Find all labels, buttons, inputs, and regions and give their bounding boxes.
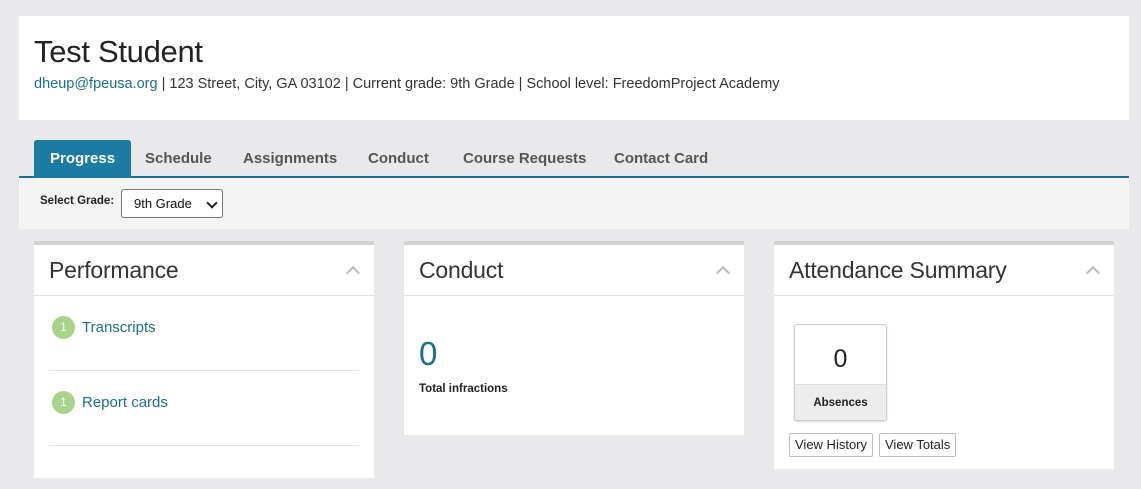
report-cards-link[interactable]: Report cards bbox=[82, 394, 168, 411]
student-details: | 123 Street, City, GA 03102 | Current g… bbox=[157, 76, 780, 92]
tab-assignments[interactable]: Assignments bbox=[227, 140, 353, 178]
count-badge: 1 bbox=[52, 316, 75, 339]
chevron-up-icon[interactable] bbox=[345, 265, 361, 281]
conduct-panel: Conduct 0 Total infractions bbox=[404, 241, 744, 435]
infractions-label: Total infractions bbox=[419, 383, 508, 395]
tab-contact-card[interactable]: Contact Card bbox=[598, 140, 724, 178]
filter-bar: Select Grade: 9th Grade bbox=[19, 178, 1129, 229]
tab-progress[interactable]: Progress bbox=[34, 140, 132, 178]
view-history-button[interactable]: View History bbox=[789, 433, 874, 457]
view-totals-button[interactable]: View Totals bbox=[879, 433, 957, 457]
attendance-panel-header: Attendance Summary bbox=[774, 245, 1114, 296]
tab-bar: Progress Schedule Assignments Conduct Co… bbox=[19, 138, 1129, 178]
chevron-down-icon bbox=[206, 197, 218, 209]
tab-course-requests[interactable]: Course Requests bbox=[447, 140, 602, 178]
absences-count: 0 bbox=[833, 345, 848, 373]
conduct-title: Conduct bbox=[419, 257, 504, 283]
grade-select[interactable]: 9th Grade bbox=[121, 189, 223, 218]
tab-schedule[interactable]: Schedule bbox=[129, 140, 228, 178]
attendance-panel: Attendance Summary 0 Absences View Histo… bbox=[774, 241, 1114, 469]
student-info: dheup@fpeusa.org | 123 Street, City, GA … bbox=[34, 76, 780, 92]
chevron-up-icon[interactable] bbox=[1085, 265, 1101, 281]
tab-conduct[interactable]: Conduct bbox=[352, 140, 445, 178]
select-grade-label: Select Grade: bbox=[40, 195, 115, 207]
attendance-title: Attendance Summary bbox=[789, 257, 1007, 283]
student-name: Test Student bbox=[34, 34, 203, 69]
infractions-count: 0 bbox=[419, 335, 438, 372]
transcripts-link[interactable]: Transcripts bbox=[82, 319, 156, 336]
grade-select-value: 9th Grade bbox=[134, 196, 192, 211]
performance-title: Performance bbox=[49, 257, 179, 283]
student-header: Test Student dheup@fpeusa.org | 123 Stre… bbox=[19, 16, 1129, 120]
conduct-panel-header: Conduct bbox=[404, 245, 744, 296]
performance-panel: Performance 1 Transcripts 1 Report cards bbox=[34, 241, 374, 478]
count-badge: 1 bbox=[52, 391, 75, 414]
absences-label: Absences bbox=[795, 384, 886, 420]
performance-panel-header: Performance bbox=[34, 245, 374, 296]
absences-tile[interactable]: 0 Absences bbox=[794, 324, 887, 421]
list-item: 1 Report cards bbox=[49, 371, 359, 446]
list-item: 1 Transcripts bbox=[49, 296, 359, 371]
student-email-link[interactable]: dheup@fpeusa.org bbox=[34, 76, 158, 92]
chevron-up-icon[interactable] bbox=[715, 265, 731, 281]
